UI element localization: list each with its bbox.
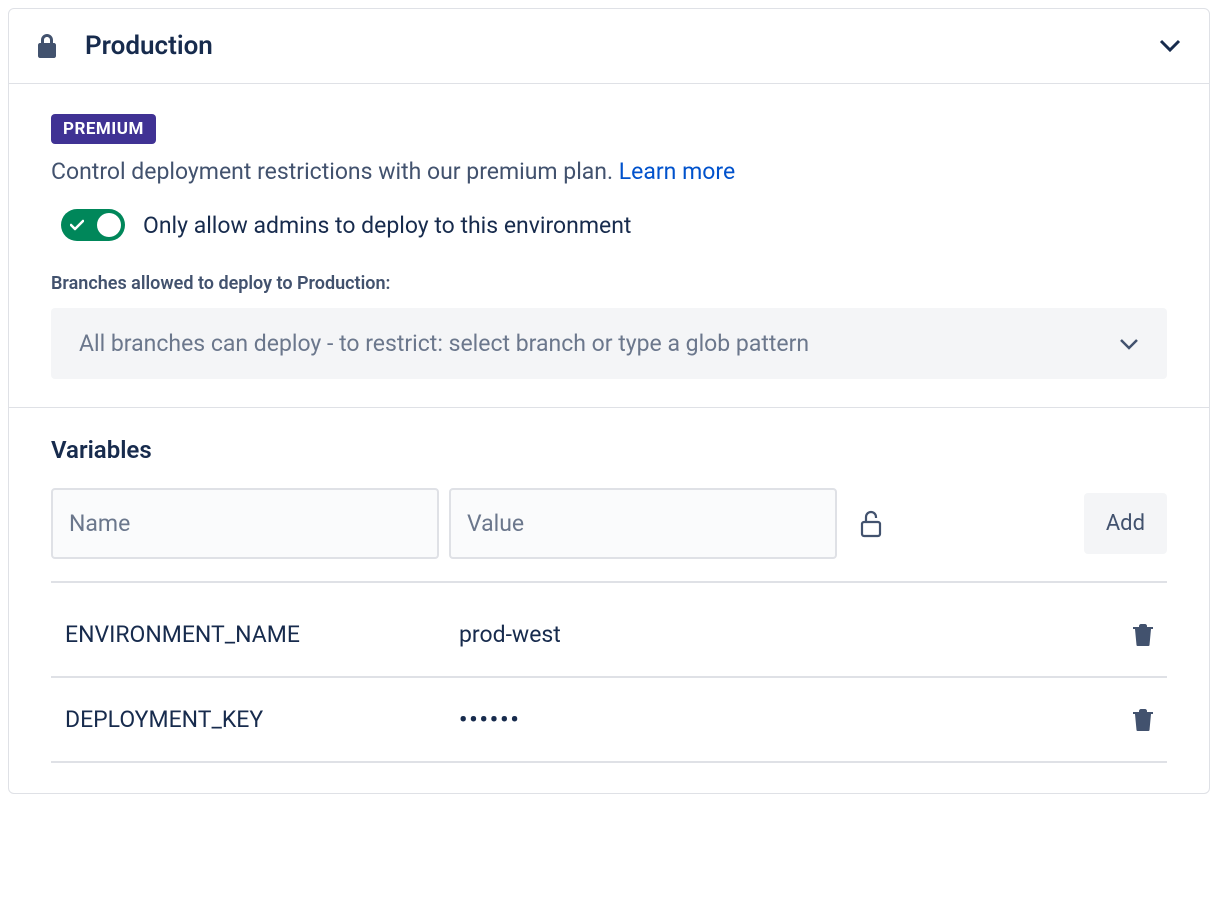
- variable-value-input[interactable]: [449, 488, 837, 559]
- environment-panel: Production PREMIUM Control deployment re…: [8, 8, 1210, 794]
- admin-only-toggle[interactable]: [61, 209, 125, 241]
- variable-value-masked: ••••••: [459, 706, 1133, 733]
- variable-name: ENVIRONMENT_NAME: [65, 621, 459, 648]
- trash-icon[interactable]: [1133, 624, 1153, 646]
- admin-toggle-label: Only allow admins to deploy to this envi…: [143, 212, 631, 239]
- add-variable-button[interactable]: Add: [1084, 493, 1167, 554]
- branches-select-placeholder: All branches can deploy - to restrict: s…: [79, 330, 1119, 357]
- branches-label: Branches allowed to deploy to Production…: [51, 273, 1167, 294]
- premium-section: PREMIUM Control deployment restrictions …: [9, 84, 1209, 408]
- variable-row: ENVIRONMENT_NAME prod-west: [51, 593, 1167, 678]
- variables-title: Variables: [51, 436, 1167, 464]
- premium-description-text: Control deployment restrictions with our…: [51, 158, 619, 185]
- variable-input-row: Add: [51, 488, 1167, 583]
- variable-value: prod-west: [459, 621, 1133, 648]
- trash-icon[interactable]: [1133, 709, 1153, 731]
- learn-more-link[interactable]: Learn more: [619, 158, 735, 185]
- premium-description: Control deployment restrictions with our…: [51, 158, 1167, 185]
- unlock-icon[interactable]: [859, 510, 883, 538]
- lock-icon: [37, 34, 57, 58]
- check-icon: [70, 219, 84, 231]
- chevron-down-icon: [1119, 338, 1139, 350]
- toggle-knob: [97, 213, 121, 237]
- admin-toggle-row: Only allow admins to deploy to this envi…: [51, 209, 1167, 241]
- branches-select[interactable]: All branches can deploy - to restrict: s…: [51, 308, 1167, 379]
- variables-section: Variables Add ENVIRONMENT_NAME prod-west…: [9, 408, 1209, 793]
- panel-header[interactable]: Production: [9, 9, 1209, 84]
- variable-name: DEPLOYMENT_KEY: [65, 706, 459, 733]
- chevron-down-icon: [1159, 39, 1181, 53]
- environment-title: Production: [85, 31, 1159, 61]
- variable-row: DEPLOYMENT_KEY ••••••: [51, 678, 1167, 763]
- premium-badge: PREMIUM: [51, 114, 156, 144]
- variable-name-input[interactable]: [51, 488, 439, 559]
